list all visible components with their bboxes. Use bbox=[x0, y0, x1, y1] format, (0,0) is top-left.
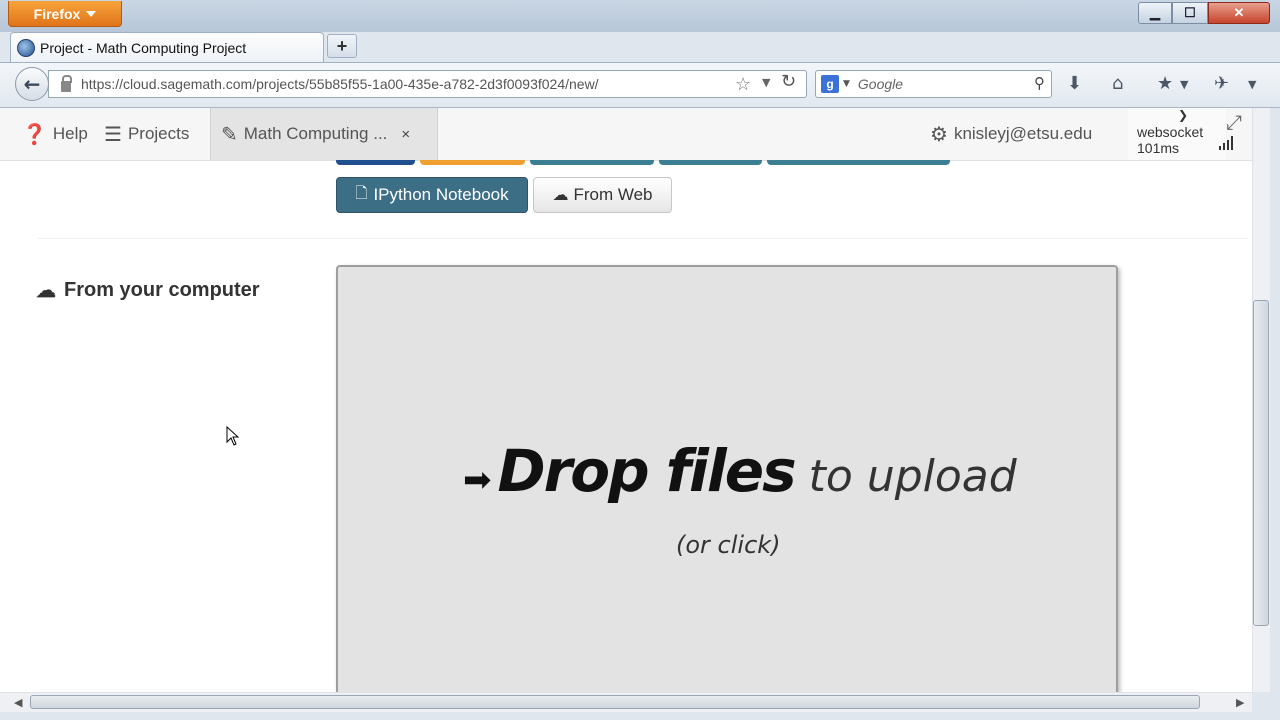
create-button-cutoff[interactable] bbox=[767, 160, 950, 165]
menu-chevron-icon[interactable]: ▼ bbox=[1248, 78, 1256, 91]
mouse-cursor-icon bbox=[226, 426, 240, 446]
create-button-cutoff[interactable] bbox=[420, 160, 525, 165]
nav-project-tab-label: Math Computing ... bbox=[243, 124, 388, 143]
ipython-notebook-label: IPython Notebook bbox=[373, 185, 509, 204]
browser-tab[interactable]: Project - Math Computing Project bbox=[10, 32, 324, 62]
server-icon: ☰ bbox=[104, 123, 122, 146]
search-icon[interactable]: ⚲ bbox=[1034, 74, 1045, 92]
sage-favicon-icon bbox=[17, 38, 35, 57]
file-icon: 🗋 bbox=[355, 184, 368, 202]
nav-help[interactable]: ❓ Help bbox=[22, 108, 88, 160]
nav-help-label: Help bbox=[52, 124, 88, 143]
create-button-cutoff[interactable] bbox=[336, 160, 415, 165]
bookmarks-icon[interactable]: ★ bbox=[1157, 73, 1173, 94]
back-button[interactable]: ← bbox=[15, 67, 49, 101]
from-computer-heading: ☁ From your computer bbox=[36, 278, 260, 303]
url-text: https://cloud.sagemath.com/projects/55b8… bbox=[81, 76, 599, 92]
search-input[interactable]: Google bbox=[858, 76, 903, 92]
dropzone-subtext: (or click) bbox=[676, 531, 781, 559]
from-web-button[interactable]: ☁ From Web bbox=[533, 177, 672, 213]
create-button-cutoff[interactable] bbox=[530, 160, 654, 165]
maximize-button[interactable]: ☐ bbox=[1172, 2, 1208, 24]
websocket-label: websocket 101ms bbox=[1137, 124, 1203, 156]
download-icon[interactable]: ⬇ bbox=[1067, 73, 1082, 94]
from-web-label: From Web bbox=[573, 185, 653, 204]
arrow-right-icon: ➡ bbox=[463, 460, 492, 500]
reload-icon[interactable]: ↻ bbox=[781, 71, 796, 92]
scroll-left-icon[interactable]: ◀ bbox=[14, 696, 22, 709]
chevron-down-icon bbox=[86, 10, 97, 17]
url-bar[interactable]: https://cloud.sagemath.com/projects/55b8… bbox=[48, 70, 807, 98]
cloud-icon: ☁ bbox=[552, 187, 569, 204]
dropzone-light-text: to upload bbox=[808, 451, 1017, 502]
history-dropdown-icon[interactable]: ▼ bbox=[762, 76, 770, 89]
section-divider bbox=[38, 238, 1248, 239]
dropzone-message: ➡ Drop files to upload bbox=[463, 437, 1017, 505]
cloud-upload-icon: ☁ bbox=[36, 280, 56, 302]
firefox-menu-button[interactable]: Firefox bbox=[8, 1, 122, 27]
nav-projects-label: Projects bbox=[127, 124, 190, 143]
nav-project-tab[interactable]: ✎ Math Computing ... × bbox=[210, 108, 438, 160]
home-icon[interactable]: ⌂ bbox=[1112, 73, 1123, 94]
create-button-cutoff[interactable] bbox=[659, 160, 762, 165]
google-icon[interactable]: g bbox=[821, 75, 839, 93]
vertical-scrollbar-thumb[interactable] bbox=[1253, 300, 1269, 626]
scroll-right-icon[interactable]: ▶ bbox=[1236, 696, 1244, 709]
tab-title: Project - Math Computing Project bbox=[40, 39, 247, 56]
fullscreen-icon[interactable]: ⤢ bbox=[1226, 110, 1242, 134]
lock-icon bbox=[61, 74, 72, 92]
from-computer-label: From your computer bbox=[64, 279, 260, 301]
question-circle-icon: ❓ bbox=[22, 123, 47, 146]
firefox-menu-label: Firefox bbox=[33, 5, 81, 22]
chevron-down-icon[interactable]: ▼ bbox=[843, 79, 850, 89]
nav-projects[interactable]: ☰ Projects bbox=[104, 108, 189, 160]
horizontal-scrollbar-thumb[interactable] bbox=[30, 695, 1200, 709]
back-arrow-icon: ← bbox=[23, 72, 41, 96]
page-content: ❓ Help ☰ Projects ✎ Math Computing ... ×… bbox=[0, 108, 1268, 692]
chevron-down-icon[interactable]: ❯ bbox=[1178, 108, 1188, 122]
window-titlebar bbox=[0, 0, 1280, 32]
file-dropzone[interactable]: ➡ Drop files to upload (or click) bbox=[336, 265, 1118, 692]
account-email: knisleyj@etsu.edu bbox=[953, 124, 1093, 143]
bookmark-star-icon[interactable]: ☆ bbox=[735, 74, 751, 95]
gear-icon: ⚙ bbox=[930, 123, 948, 146]
websocket-label-text: websocket bbox=[1137, 124, 1204, 140]
edit-icon: ✎ bbox=[221, 123, 238, 146]
dropzone-bold-text: Drop files bbox=[497, 437, 797, 505]
addon-icon[interactable]: ✈ bbox=[1214, 73, 1229, 94]
signal-icon bbox=[1219, 136, 1233, 150]
websocket-latency: 101ms bbox=[1137, 140, 1180, 156]
close-window-button[interactable]: ✕ bbox=[1208, 2, 1270, 24]
new-tab-button[interactable]: + bbox=[327, 34, 357, 58]
minimize-button[interactable]: ▁ bbox=[1138, 2, 1172, 24]
ipython-notebook-button[interactable]: 🗋 IPython Notebook bbox=[336, 177, 528, 213]
search-bar[interactable]: g ▼ Google ⚲ bbox=[815, 70, 1052, 98]
nav-account[interactable]: ⚙ knisleyj@etsu.edu bbox=[930, 108, 1092, 160]
chevron-down-icon[interactable]: ▼ bbox=[1180, 78, 1188, 91]
close-icon[interactable]: × bbox=[401, 126, 410, 143]
